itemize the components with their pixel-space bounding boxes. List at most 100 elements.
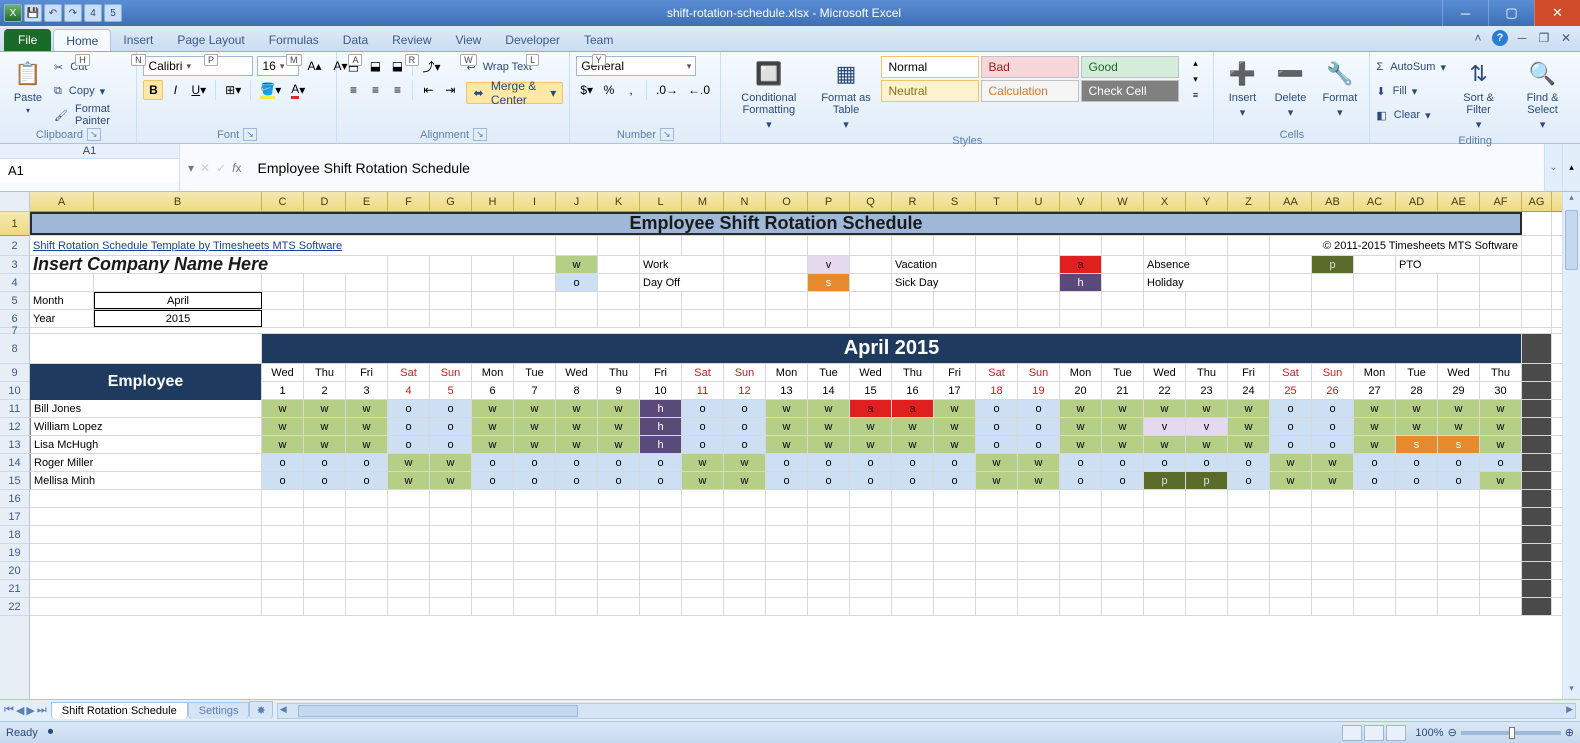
row-header[interactable]: 22 <box>0 598 29 616</box>
hscroll-thumb[interactable] <box>298 705 578 717</box>
cell[interactable] <box>724 236 766 255</box>
cell[interactable]: o <box>262 454 304 471</box>
cell[interactable]: 12 <box>724 382 766 399</box>
cell[interactable] <box>808 310 850 327</box>
cell[interactable] <box>1018 598 1060 615</box>
cell[interactable] <box>388 508 430 525</box>
col-header[interactable]: AC <box>1354 192 1396 211</box>
font-color-button[interactable]: A▾ <box>287 80 309 100</box>
cell[interactable] <box>766 310 808 327</box>
cell[interactable] <box>30 544 262 561</box>
col-header[interactable]: F <box>388 192 430 211</box>
cell[interactable]: o <box>1312 418 1354 435</box>
cell[interactable] <box>1018 508 1060 525</box>
cell[interactable] <box>1228 544 1270 561</box>
cell[interactable] <box>1312 562 1354 579</box>
accounting-button[interactable]: $▾ <box>576 80 597 100</box>
align-center-button[interactable]: ≡ <box>365 80 385 100</box>
cell[interactable]: w <box>682 454 724 471</box>
cell[interactable] <box>1438 598 1480 615</box>
cell[interactable] <box>556 310 598 327</box>
sheet-tab-settings[interactable]: Settings <box>188 702 250 719</box>
cell[interactable]: o <box>850 472 892 489</box>
col-header[interactable]: E <box>346 192 388 211</box>
cell[interactable]: Sat <box>1270 364 1312 381</box>
cell[interactable] <box>1396 490 1438 507</box>
cell[interactable] <box>1060 562 1102 579</box>
cell[interactable] <box>1228 580 1270 597</box>
cell[interactable]: o <box>724 418 766 435</box>
cell[interactable] <box>598 274 640 291</box>
cell[interactable]: Thu <box>1186 364 1228 381</box>
cell[interactable] <box>640 598 682 615</box>
cell[interactable] <box>808 236 850 255</box>
cell[interactable] <box>346 544 388 561</box>
formula-input[interactable] <box>250 154 1545 182</box>
cell[interactable]: o <box>556 274 598 291</box>
cell[interactable]: w <box>1060 418 1102 435</box>
cell[interactable]: 30 <box>1480 382 1522 399</box>
cell[interactable]: s <box>1396 436 1438 453</box>
cell[interactable]: w <box>304 436 346 453</box>
cell[interactable]: 6 <box>472 382 514 399</box>
cell[interactable]: 24 <box>1228 382 1270 399</box>
cell[interactable] <box>640 562 682 579</box>
cell[interactable] <box>808 508 850 525</box>
cell[interactable] <box>934 544 976 561</box>
cell[interactable] <box>1060 598 1102 615</box>
col-header[interactable]: AA <box>1270 192 1312 211</box>
cell[interactable] <box>1354 310 1396 327</box>
styles-more[interactable]: ≡ <box>1185 88 1205 102</box>
cell[interactable] <box>766 562 808 579</box>
cell[interactable]: o <box>976 436 1018 453</box>
month-band[interactable]: April 2015 <box>262 334 1522 363</box>
bold-button[interactable]: B <box>143 80 163 100</box>
cell[interactable] <box>1186 236 1228 255</box>
cell[interactable] <box>682 508 724 525</box>
qat-item[interactable]: 4 <box>84 4 102 22</box>
cell[interactable] <box>514 490 556 507</box>
cell[interactable]: w <box>430 454 472 471</box>
cell[interactable] <box>1018 490 1060 507</box>
cell[interactable] <box>766 526 808 543</box>
cell[interactable] <box>304 292 346 309</box>
cell[interactable]: o <box>472 472 514 489</box>
cell[interactable] <box>598 544 640 561</box>
cell[interactable] <box>94 274 262 291</box>
cell[interactable]: w <box>892 418 934 435</box>
cell[interactable] <box>598 598 640 615</box>
row-header[interactable]: 21 <box>0 580 29 598</box>
cell[interactable] <box>1228 562 1270 579</box>
cell[interactable] <box>724 274 766 291</box>
normal-view-button[interactable] <box>1342 725 1362 741</box>
cell[interactable] <box>304 562 346 579</box>
cell[interactable]: Mon <box>472 364 514 381</box>
close-button[interactable]: ✕ <box>1534 0 1580 26</box>
sort-filter-button[interactable]: ⇅Sort & Filter▾ <box>1450 56 1507 133</box>
cell[interactable] <box>934 580 976 597</box>
cell[interactable]: o <box>1354 472 1396 489</box>
col-header[interactable]: J <box>556 192 598 211</box>
cell[interactable] <box>1102 274 1144 291</box>
cell[interactable] <box>1270 562 1312 579</box>
cell[interactable]: Sick Day <box>892 274 976 291</box>
cell[interactable] <box>892 580 934 597</box>
cell[interactable] <box>1480 580 1522 597</box>
cell[interactable] <box>892 508 934 525</box>
cell[interactable]: o <box>598 472 640 489</box>
tab-team[interactable]: TeamY <box>572 29 625 51</box>
cell[interactable] <box>262 562 304 579</box>
copy-button[interactable]: ⧉ Copy ▾ <box>54 80 130 102</box>
cell[interactable]: o <box>724 400 766 417</box>
cell[interactable] <box>682 236 724 255</box>
cell[interactable] <box>304 274 346 291</box>
cell[interactable] <box>1102 490 1144 507</box>
cell[interactable] <box>388 274 430 291</box>
cell[interactable] <box>262 490 304 507</box>
employee-name[interactable]: Mellisa Minh <box>30 472 262 489</box>
cell[interactable] <box>934 508 976 525</box>
percent-button[interactable]: % <box>599 80 619 100</box>
cell[interactable]: w <box>850 436 892 453</box>
cell[interactable] <box>682 544 724 561</box>
col-header[interactable]: R <box>892 192 934 211</box>
